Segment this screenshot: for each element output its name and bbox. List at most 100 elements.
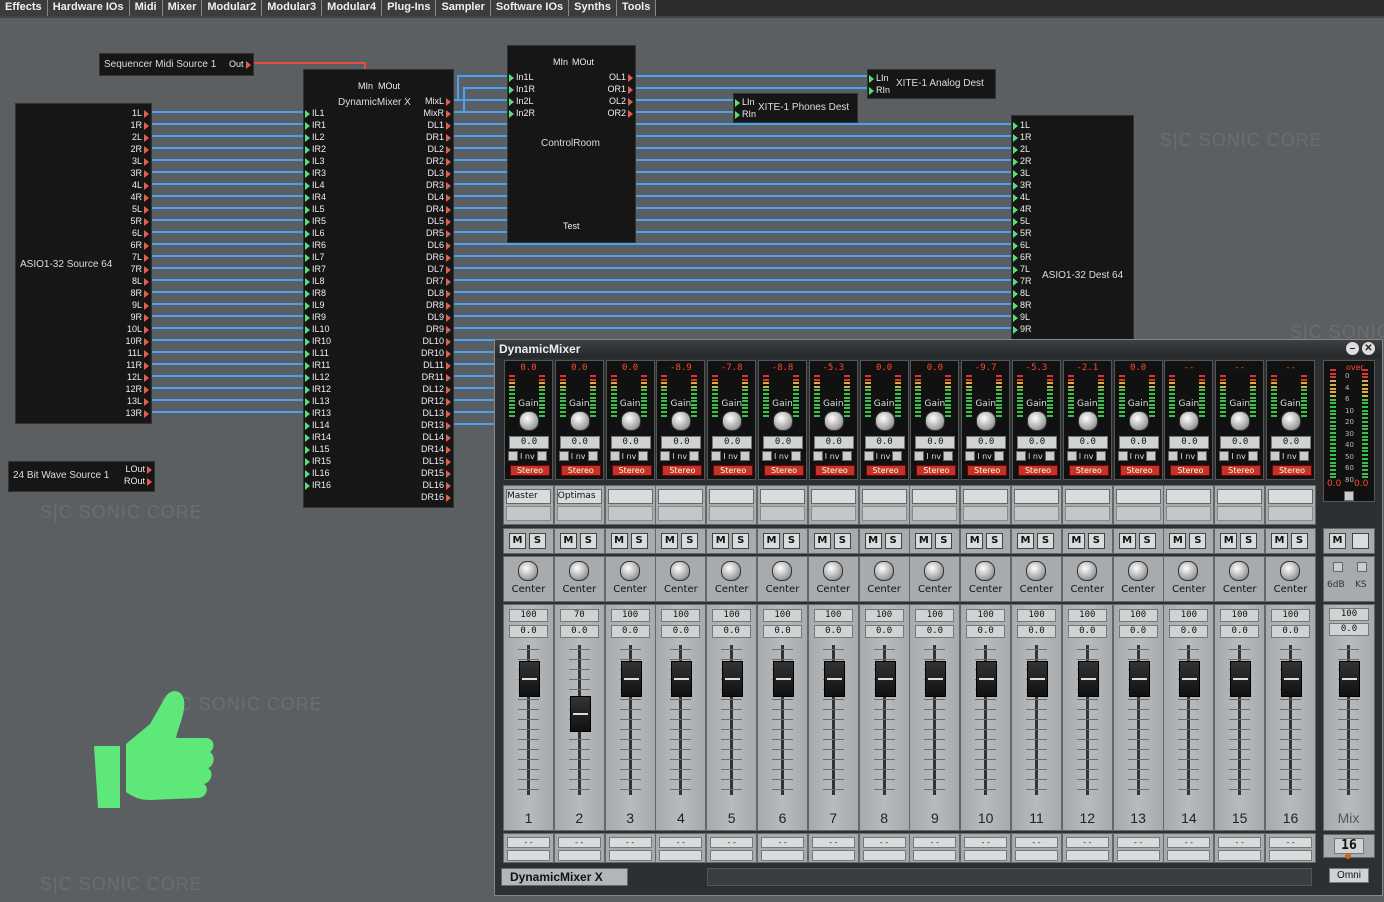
gain-value[interactable]: 0.0 [509, 436, 549, 449]
invert-toggle[interactable]: I nv [1117, 451, 1162, 461]
minimize-icon[interactable]: – [1346, 342, 1359, 355]
invert-toggle[interactable]: I nv [914, 451, 958, 461]
invert-toggle[interactable]: I nv [558, 451, 603, 461]
fader-handle[interactable] [620, 661, 642, 697]
stereo-button[interactable]: Stereo [865, 465, 906, 476]
mute-button[interactable]: M [864, 533, 882, 549]
volume-db[interactable]: 0.0 [1118, 625, 1158, 638]
checkbox[interactable] [1270, 451, 1280, 461]
invert-toggle[interactable]: I nv [508, 451, 552, 461]
gain-knob[interactable] [671, 411, 692, 431]
port-il5[interactable]: IL5 [305, 204, 325, 214]
volume-value[interactable]: 70 [559, 609, 599, 622]
gain-knob[interactable] [874, 411, 895, 431]
pan-knob[interactable] [670, 561, 691, 581]
volume-value[interactable]: 100 [712, 609, 752, 622]
port-3l[interactable]: 3L [1013, 168, 1030, 178]
bottom-value[interactable]: - - [710, 837, 754, 848]
fader-handle[interactable] [874, 661, 896, 697]
port-dl6[interactable]: DL6 [427, 240, 451, 250]
bottom-value[interactable]: - - [964, 837, 1008, 848]
fader-handle[interactable] [1230, 661, 1252, 697]
checkbox[interactable] [762, 451, 772, 461]
gain-knob[interactable] [1179, 411, 1200, 431]
midi-in-port[interactable]: MIn [553, 57, 568, 67]
checkbox[interactable] [1117, 451, 1128, 461]
fader-handle[interactable] [1179, 661, 1201, 697]
gain-knob[interactable] [773, 411, 793, 431]
xite-analog-dest-module[interactable]: XITE-1 Analog Dest LIn RIn [867, 69, 996, 99]
port-dr5[interactable]: DR5 [426, 228, 451, 238]
solo-button[interactable]: S [579, 533, 597, 549]
port-in1l[interactable]: In1L [509, 72, 534, 82]
fader-handle[interactable] [773, 661, 794, 697]
port-mixr[interactable]: MixR [424, 108, 451, 118]
gain-knob[interactable] [722, 411, 743, 431]
port-11l[interactable]: 11L [128, 348, 149, 358]
port-dr6[interactable]: DR6 [426, 252, 451, 262]
midi-out-port[interactable]: MOut [378, 81, 400, 91]
sequencer-midi-source-module[interactable]: Sequencer Midi Source 1 Out [99, 53, 254, 76]
channel-name[interactable]: Master [506, 489, 551, 504]
window-titlebar[interactable]: DynamicMixer – ✕ [495, 340, 1382, 358]
volume-db[interactable]: 0.0 [915, 625, 955, 638]
port-12l[interactable]: 12L [127, 372, 149, 382]
checkbox[interactable] [1298, 451, 1309, 461]
port-10r[interactable]: 10R [125, 336, 149, 346]
bottom-value-2[interactable] [1015, 850, 1058, 861]
port-dr12[interactable]: DR12 [421, 396, 451, 406]
channel-name-2[interactable] [607, 506, 653, 521]
bottom-value[interactable]: - - [1065, 837, 1109, 848]
volume-db[interactable]: 0.0 [1220, 625, 1260, 638]
pan-knob[interactable] [873, 561, 894, 581]
port-dr10[interactable]: DR10 [421, 348, 451, 358]
bottom-value-2[interactable] [1065, 850, 1109, 861]
fader-handle[interactable] [569, 695, 591, 732]
stereo-button[interactable]: Stereo [662, 465, 703, 476]
port-ir2[interactable]: IR2 [305, 144, 326, 154]
channel-name-2[interactable] [506, 506, 551, 521]
pan-knob[interactable] [619, 561, 640, 581]
channel-name-2[interactable] [810, 506, 856, 521]
gain-knob[interactable] [925, 411, 946, 431]
solo-button[interactable]: S [986, 533, 1004, 549]
volume-value[interactable]: 100 [966, 609, 1006, 622]
checkbox[interactable] [1168, 451, 1179, 461]
checkbox[interactable] [1247, 451, 1258, 461]
port-il3[interactable]: IL3 [305, 156, 325, 166]
port-dr4[interactable]: DR4 [426, 204, 451, 214]
bottom-value[interactable]: - - [507, 837, 550, 848]
port-rin[interactable]: RIn [735, 109, 756, 119]
mute-button[interactable]: M [509, 533, 526, 549]
volume-db[interactable]: 0.0 [813, 625, 853, 638]
port-dl15[interactable]: DL15 [422, 456, 451, 466]
bottom-value-2[interactable] [913, 850, 957, 861]
checkbox[interactable] [689, 451, 700, 461]
fader-handle[interactable] [671, 661, 693, 697]
port-7l[interactable]: 7L [132, 252, 149, 262]
midi-out-port[interactable]: MOut [572, 57, 594, 67]
checkbox[interactable] [1146, 451, 1157, 461]
pan-knob[interactable] [568, 561, 589, 581]
port-8l[interactable]: 8L [1013, 288, 1030, 298]
port-dl8[interactable]: DL8 [427, 288, 451, 298]
wave-source-module[interactable]: 24 Bit Wave Source 1 LOut ROut [8, 461, 155, 492]
channel-name[interactable] [1014, 489, 1059, 504]
menu-item-modular3[interactable]: Modular3 [262, 0, 323, 16]
port-8l[interactable]: 8L [132, 276, 149, 286]
port-5r[interactable]: 5R [130, 216, 149, 226]
xite-phones-dest-module[interactable]: XITE-1 Phones Dest LIn RIn [733, 93, 858, 123]
channel-name[interactable] [1166, 489, 1212, 504]
gain-value[interactable]: 0.0 [712, 436, 753, 449]
menu-item-effects[interactable]: Effects [0, 0, 48, 16]
dynamicmixer-x-module[interactable]: DynamicMixer X MIn MOut IL1 IR1 IL2 IR2 IL3 I… [303, 69, 454, 508]
solo-button[interactable]: S [732, 533, 750, 549]
solo-button[interactable]: S [529, 533, 546, 549]
port-dr16[interactable]: DR16 [421, 492, 451, 502]
checkbox[interactable] [841, 451, 852, 461]
pan-knob[interactable] [1127, 561, 1148, 581]
gain-knob[interactable] [1027, 411, 1047, 431]
invert-toggle[interactable]: I nv [863, 451, 908, 461]
port-dr1[interactable]: DR1 [426, 132, 451, 142]
gain-value[interactable]: 0.0 [559, 436, 600, 449]
